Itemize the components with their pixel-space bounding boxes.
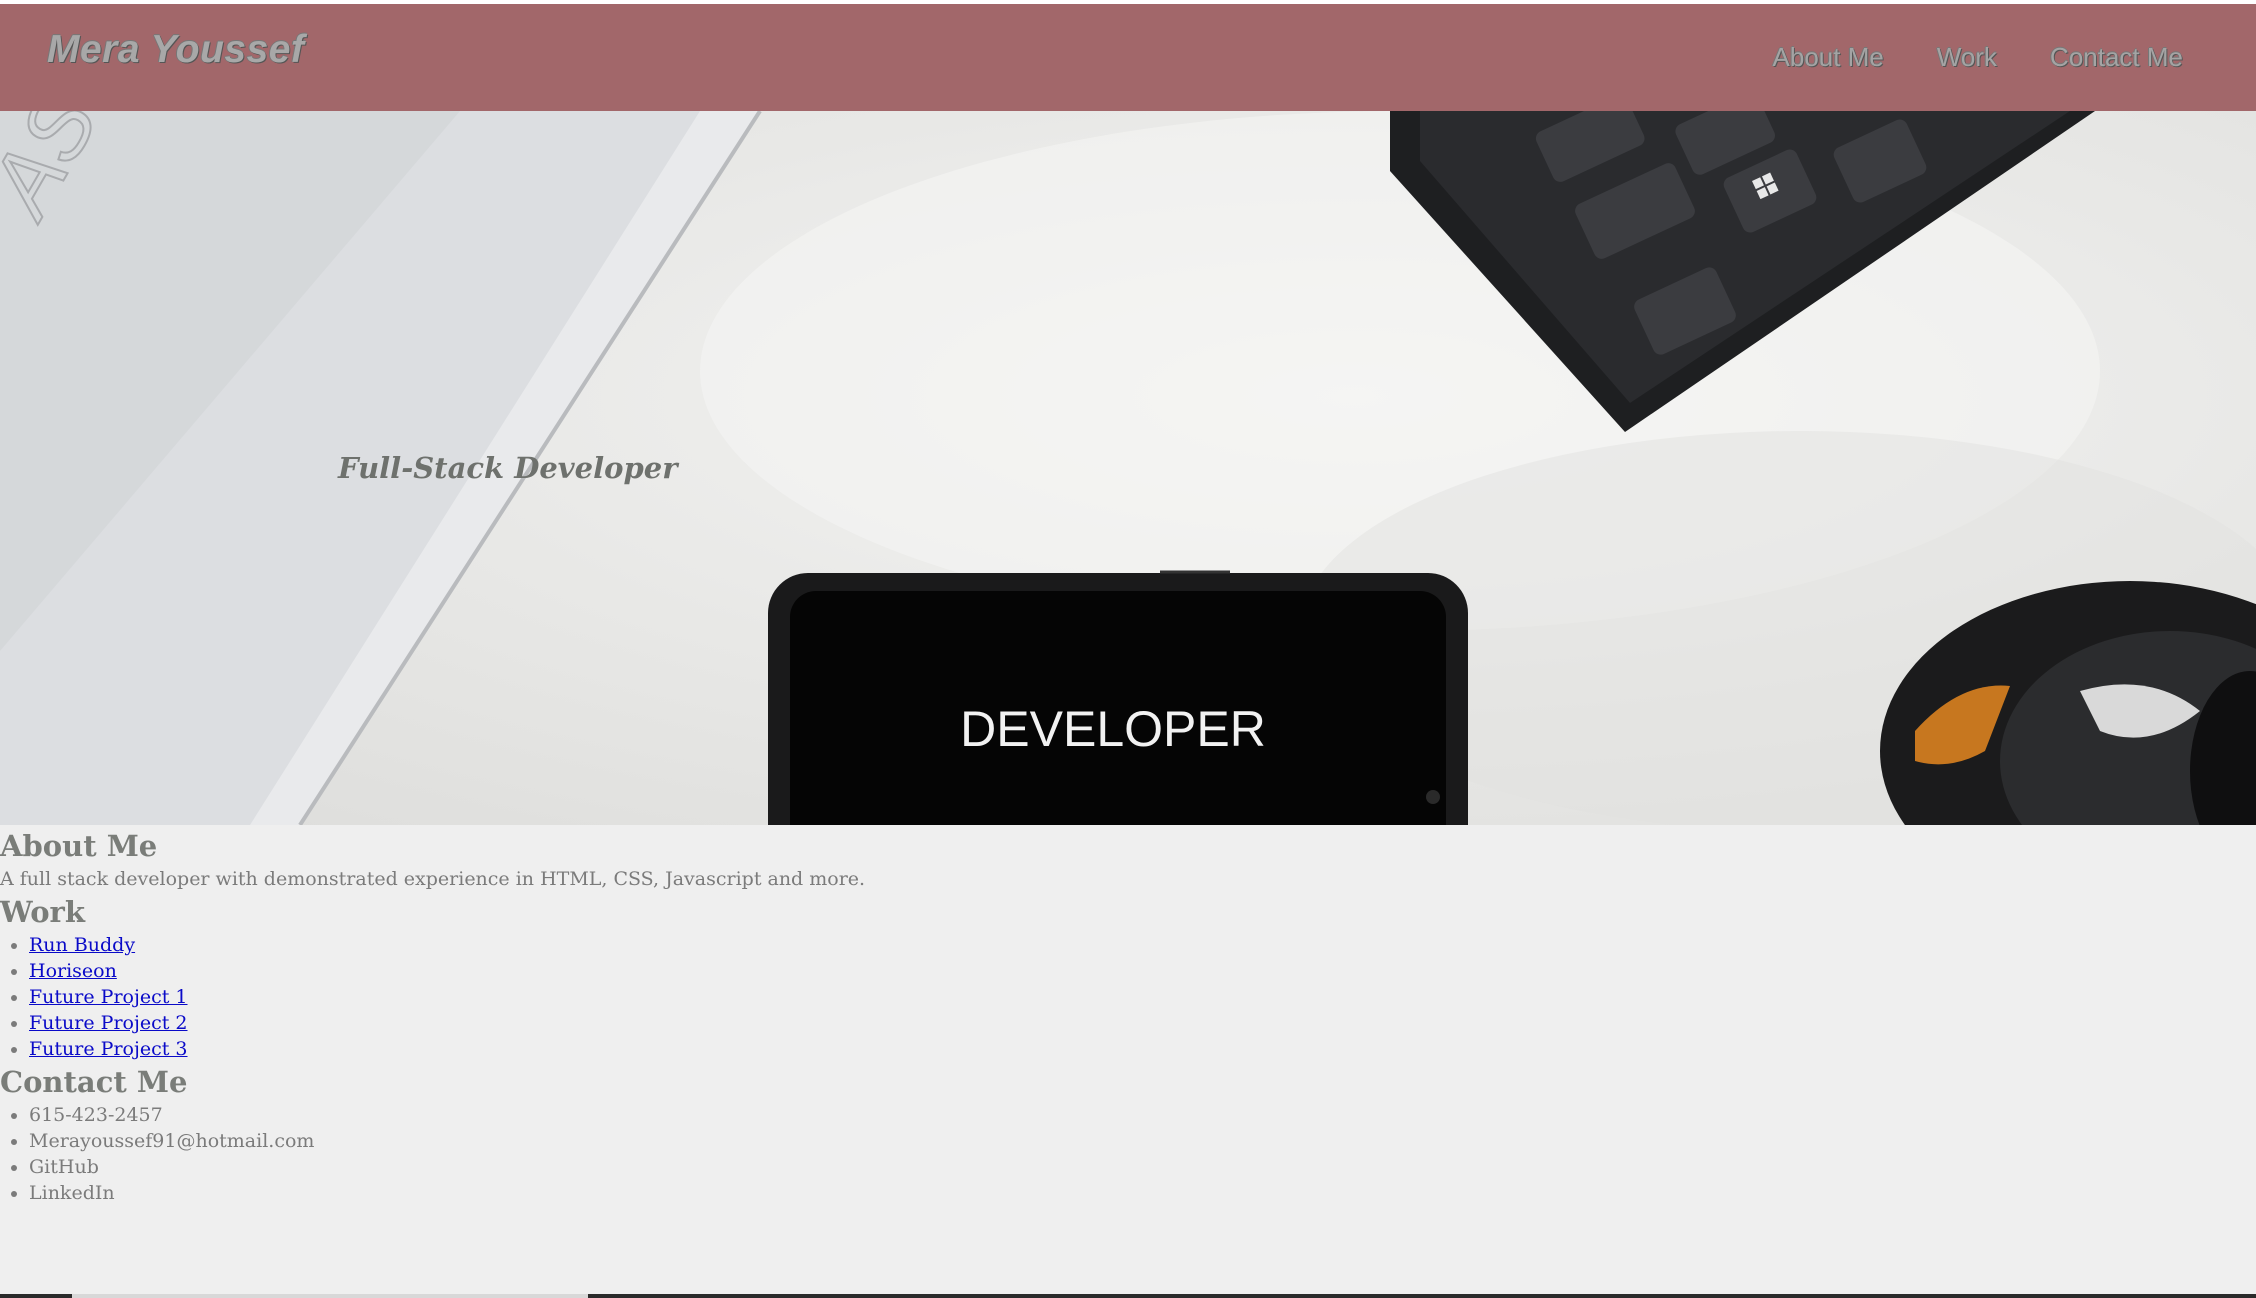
nav-link-work[interactable]: Work [1937, 42, 1997, 73]
work-link-future-project-3[interactable]: Future Project 3 [29, 1038, 188, 1060]
brand-logo-link[interactable]: Mera Youssef [47, 28, 304, 72]
contact-linkedin: LinkedIn [29, 1180, 2256, 1206]
work-list: Run Buddy Horiseon Future Project 1 Futu… [0, 932, 2256, 1062]
contact-github: GitHub [29, 1154, 2256, 1180]
work-section: Work Run Buddy Horiseon Future Project 1… [0, 892, 2256, 1062]
work-title: Work [0, 895, 85, 929]
work-link-run-buddy[interactable]: Run Buddy [29, 934, 135, 956]
phone-image: DEVELOPER [768, 570, 1468, 825]
work-link-horiseon[interactable]: Horiseon [29, 960, 117, 982]
bottom-bar-segment [72, 1294, 588, 1298]
list-item: Future Project 1 [29, 984, 2256, 1010]
hero-banner: ASUS DEVELOPER [0, 111, 2256, 825]
about-section: About Me A full stack developer with dem… [0, 826, 2256, 892]
list-item: Horiseon [29, 958, 2256, 984]
phone-screen-text: DEVELOPER [960, 701, 1266, 757]
list-item: Run Buddy [29, 932, 2256, 958]
bottom-bar [0, 1294, 2256, 1298]
contact-email: Merayoussef91@hotmail.com [29, 1128, 2256, 1154]
contact-list: 615-423-2457 Merayoussef91@hotmail.com G… [0, 1102, 2256, 1206]
about-title: About Me [0, 829, 158, 863]
work-link-future-project-2[interactable]: Future Project 2 [29, 1012, 188, 1034]
about-text: A full stack developer with demonstrated… [0, 868, 866, 890]
site-header: Mera Youssef About Me Work Contact Me [0, 4, 2256, 111]
main-content: About Me A full stack developer with dem… [0, 826, 2256, 1206]
contact-section: Contact Me 615-423-2457 Merayoussef91@ho… [0, 1062, 2256, 1206]
hero-tagline: Full-Stack Developer [338, 451, 678, 485]
contact-phone: 615-423-2457 [29, 1102, 2256, 1128]
main-nav: About Me Work Contact Me [1773, 42, 2183, 73]
contact-title: Contact Me [0, 1065, 188, 1099]
list-item: Future Project 2 [29, 1010, 2256, 1036]
nav-link-contact-me[interactable]: Contact Me [2050, 42, 2183, 73]
work-link-future-project-1[interactable]: Future Project 1 [29, 986, 188, 1008]
nav-link-about-me[interactable]: About Me [1773, 42, 1884, 73]
list-item: Future Project 3 [29, 1036, 2256, 1062]
